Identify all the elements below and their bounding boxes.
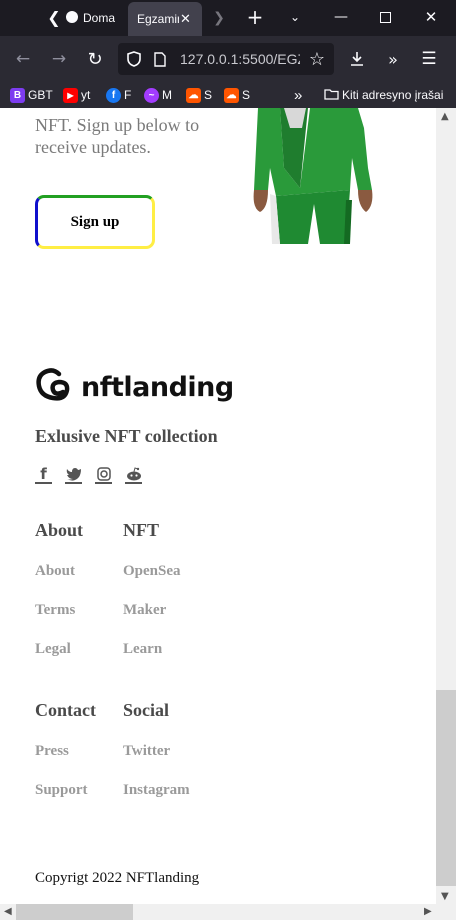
tab-scroll-right-icon[interactable]: ❯: [210, 7, 228, 29]
bookmark-m[interactable]: ~ M: [144, 86, 172, 104]
tab-favicon: [66, 11, 78, 23]
youtube-icon: ▶: [63, 87, 78, 103]
bookmark-star-icon[interactable]: ☆: [306, 48, 328, 70]
close-window-icon[interactable]: ✕: [420, 6, 442, 28]
footer-link-support[interactable]: Support: [35, 782, 88, 799]
bookmark-label: M: [162, 88, 172, 102]
soundcloud-icon: ☁: [224, 87, 239, 103]
scroll-left-arrow-icon[interactable]: ◀: [4, 906, 12, 917]
bookmarks-bar: B GBT ▶ yt f F ~ M ☁ S ☁ S » Kiti adresy…: [0, 82, 456, 108]
minimize-icon[interactable]: —: [330, 6, 352, 28]
bookmark-label: GBT: [28, 88, 53, 102]
url-text[interactable]: 127.0.0.1:5500/EGZ: [180, 51, 300, 67]
brand-name: nftlanding: [81, 372, 234, 403]
sign-up-button[interactable]: Sign up: [35, 195, 155, 249]
bookmark-label: S: [204, 88, 213, 102]
tab-label: Egzamin: [137, 12, 179, 26]
twitter-icon[interactable]: [65, 465, 82, 484]
nftlanding-logo-icon: [35, 366, 71, 409]
footer-link-about[interactable]: About: [35, 563, 75, 580]
footer-link-instagram[interactable]: Instagram: [123, 782, 190, 799]
social-links: f: [35, 465, 142, 484]
bookmark-gbt[interactable]: B GBT: [10, 86, 53, 104]
footer-link-maker[interactable]: Maker: [123, 602, 166, 619]
menu-icon[interactable]: ☰: [418, 48, 440, 70]
b-icon: B: [10, 87, 25, 103]
scroll-right-arrow-icon[interactable]: ▶: [424, 906, 432, 917]
vertical-scrollbar-thumb[interactable]: [436, 690, 456, 886]
reload-icon[interactable]: ↻: [84, 48, 106, 70]
footer-heading-about: About: [35, 520, 84, 540]
bookmarks-overflow-icon[interactable]: »: [294, 86, 302, 104]
other-bookmarks-label: Kiti adresyno įrašai: [342, 88, 444, 102]
back-icon[interactable]: ←: [12, 48, 34, 70]
facebook-icon[interactable]: f: [35, 465, 52, 484]
footer-link-legal[interactable]: Legal: [35, 641, 71, 658]
scroll-up-arrow-icon[interactable]: ▲: [441, 111, 449, 122]
bookmark-s-2[interactable]: ☁ S: [224, 86, 250, 104]
tab-domain[interactable]: Doma: [0, 0, 128, 36]
downloads-icon[interactable]: [346, 48, 368, 70]
footer-link-learn[interactable]: Learn: [123, 641, 162, 658]
footer-logo[interactable]: nftlanding: [35, 366, 234, 409]
tab-label: Doma: [83, 11, 115, 25]
page-icon[interactable]: [152, 49, 168, 69]
copyright-text: Copyrigt 2022 NFTlanding: [35, 870, 200, 886]
bookmark-f[interactable]: f F: [106, 86, 131, 104]
footer-tagline: Exlusive NFT collection: [35, 426, 218, 446]
messenger-icon: ~: [144, 87, 159, 103]
horizontal-scrollbar-thumb[interactable]: [16, 904, 133, 920]
shield-icon[interactable]: [125, 49, 143, 69]
scroll-down-arrow-icon[interactable]: ▼: [441, 891, 449, 902]
footer-link-terms[interactable]: Terms: [35, 602, 75, 619]
instagram-icon[interactable]: [95, 465, 112, 484]
facebook-icon: f: [106, 87, 121, 103]
list-tabs-icon[interactable]: ⌄: [284, 5, 306, 29]
tab-bar: ❮ Doma Egzamin ✕ ❯ + ⌄ — ✕: [0, 0, 456, 36]
folder-icon: [324, 88, 339, 103]
footer-link-opensea[interactable]: OpenSea: [123, 563, 181, 580]
footer-heading-social: Social: [123, 700, 170, 720]
forward-icon[interactable]: →: [48, 48, 70, 70]
bookmark-label: yt: [81, 88, 91, 102]
soundcloud-icon: ☁: [186, 87, 201, 103]
reddit-icon[interactable]: [125, 465, 142, 484]
tab-egzamin[interactable]: Egzamin ✕: [128, 2, 202, 36]
close-tab-icon[interactable]: ✕: [180, 11, 191, 27]
footer-heading-contact: Contact: [35, 700, 96, 720]
bookmark-yt[interactable]: ▶ yt: [63, 86, 90, 104]
bookmark-s-1[interactable]: ☁ S: [186, 86, 212, 104]
hero-intro-text: NFT. Sign up below to receive updates.: [35, 115, 200, 157]
footer-heading-nft: NFT: [123, 520, 159, 540]
bookmark-label: F: [124, 88, 132, 102]
footer-link-press[interactable]: Press: [35, 743, 69, 760]
hero-nft-figure-image: [240, 108, 380, 244]
extensions-overflow-icon[interactable]: »: [382, 48, 404, 70]
new-tab-icon[interactable]: +: [244, 5, 266, 29]
bookmark-label: S: [242, 88, 251, 102]
web-page: NFT. Sign up below to receive updates. S…: [0, 108, 436, 904]
other-bookmarks[interactable]: Kiti adresyno įrašai: [324, 86, 443, 104]
maximize-icon[interactable]: [374, 6, 396, 28]
footer-link-twitter[interactable]: Twitter: [123, 743, 170, 760]
